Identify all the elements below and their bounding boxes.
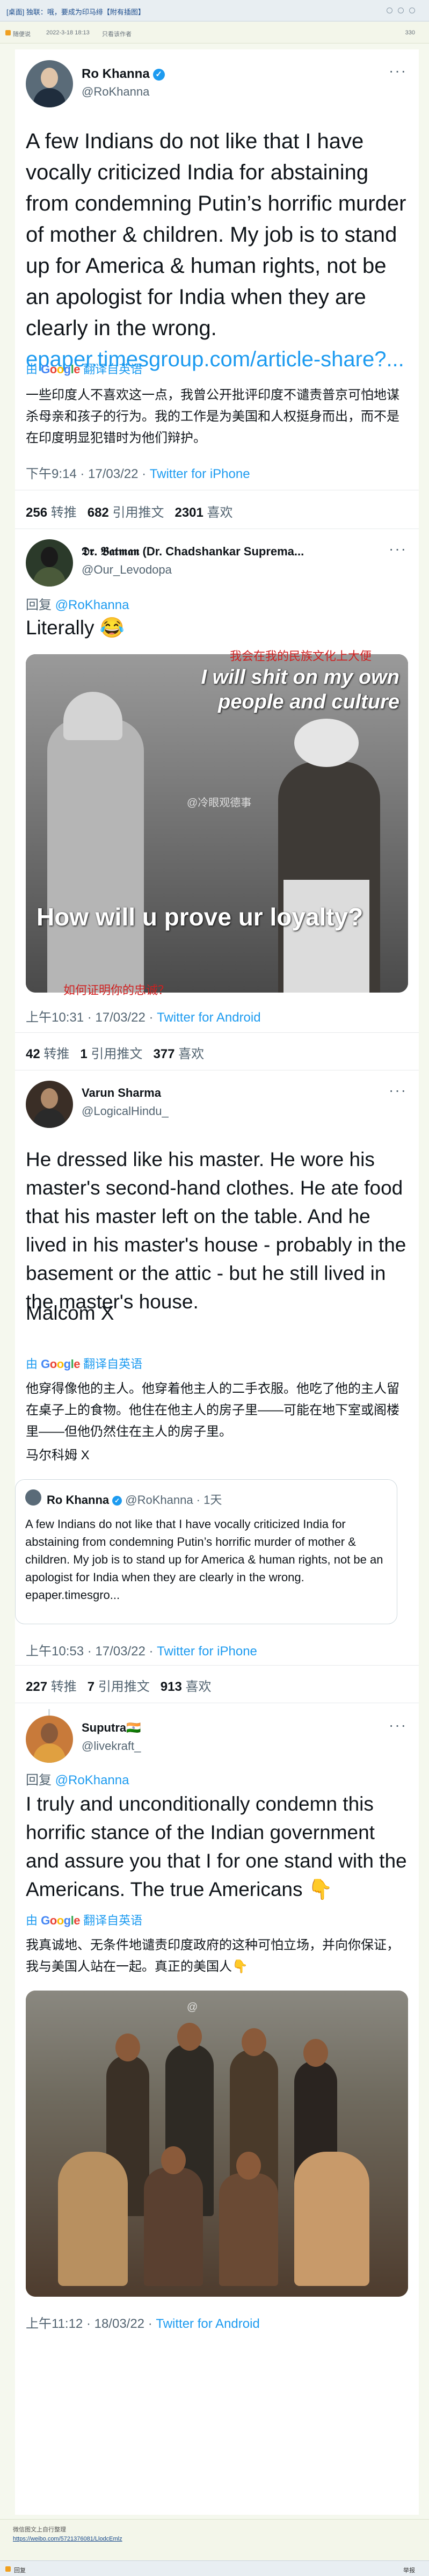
watermark: @冷眼观德事 [187, 797, 252, 809]
avatar[interactable] [26, 539, 73, 587]
author-name[interactable]: Suputra🇮🇳 [82, 1721, 141, 1735]
author-name[interactable]: Varun Sharma [82, 1086, 161, 1100]
author-handle[interactable]: @RoKhanna [82, 85, 149, 99]
more-options-icon[interactable]: ··· [389, 62, 407, 79]
reply-to: 回复 @RoKhanna [26, 598, 129, 612]
translate-button[interactable]: 由 Google 翻译自英语 [26, 1911, 142, 1928]
translation-text: 他穿得像他的主人。他穿着他主人的二手衣服。他吃了他的主人留在桌子上的食物。他住在… [26, 1381, 399, 1439]
author-name[interactable]: Ro Khanna ✓ [82, 67, 165, 82]
post-meta-bar: 随便说 2022-3-18 18:13 只看该作者 330 [0, 22, 429, 44]
quoted-author: Ro Khanna ✓ @RoKhanna · 1天 [47, 1493, 222, 1507]
avatar[interactable] [26, 1081, 73, 1128]
tweet-text: A few Indians do not like that I have vo… [26, 129, 406, 371]
avatar[interactable] [26, 1716, 73, 1763]
window-title: [桌面] 独联：哦，要成为印马绯【附有插图】 [6, 8, 145, 16]
tweet-timestamp: 上午10:31 · 17/03/22 · Twitter for Android [26, 1010, 261, 1025]
post-author[interactable]: 随便说 [13, 30, 31, 38]
window-titlebar: [桌面] 独联：哦，要成为印马绯【附有插图】 [0, 0, 429, 21]
avatar[interactable] [26, 60, 73, 107]
tweet-text: Literally 😂 [26, 617, 125, 639]
post-counter: 330 [405, 30, 415, 36]
close-icon[interactable] [409, 8, 415, 13]
more-options-icon[interactable]: ··· [389, 1082, 407, 1099]
google-logo-icon: 由 Google [26, 363, 80, 376]
author-name[interactable]: 𝕯𝖗. 𝕭𝖆𝖙𝖒𝖆𝖓 (Dr. Chadshankar Suprema... [82, 545, 304, 559]
author-handle[interactable]: @LogicalHindu_ [82, 1104, 169, 1118]
tweet-app-link[interactable]: Twitter for iPhone [157, 1644, 257, 1659]
author-handle[interactable]: @livekraft_ [82, 1739, 141, 1753]
reply-to-link[interactable]: @RoKhanna [55, 1773, 129, 1788]
quoted-tweet[interactable]: Ro Khanna ✓ @RoKhanna · 1天 A few Indians … [15, 1479, 397, 1624]
reply-button[interactable]: 回复 [14, 2566, 26, 2574]
thread-line [48, 1709, 50, 1716]
overlay-caption-bottom: 如何证明你的忠诚？ [63, 983, 170, 997]
translation-signature: 马尔科姆 X [26, 1448, 90, 1463]
minimize-icon[interactable] [387, 8, 392, 13]
reply-to: 回复 @RoKhanna [26, 1773, 129, 1788]
avatar [25, 1489, 41, 1506]
image-caption-top: I will shit on my own people and culture [201, 666, 399, 713]
tweet-timestamp: 下午9:14 · 17/03/22 · Twitter for iPhone [26, 467, 250, 481]
tweet-text: He dressed like his master. He wore his … [26, 1148, 406, 1313]
post-action-bar: 回复 举报 [0, 2560, 429, 2576]
tweet-app-link[interactable]: Twitter for Android [157, 1010, 260, 1025]
post-time: 2022-3-18 18:13 [46, 30, 90, 36]
verified-badge-icon: ✓ [152, 68, 165, 81]
google-logo-icon: 由 Google [26, 1357, 80, 1371]
tweet-stats: 42 转推 1 引用推文 377 喜欢 [26, 1047, 205, 1061]
tweet-stats: 227 转推 7 引用推文 913 喜欢 [26, 1680, 212, 1694]
post-icon [5, 30, 11, 35]
tweet-image[interactable]: @ [26, 1991, 408, 2297]
tweet-stats: 256 转推 682 引用推文 2301 喜欢 [26, 505, 233, 520]
tweet-timestamp: 上午10:53 · 17/03/22 · Twitter for iPhone [26, 1644, 257, 1659]
post-footer: 微信图文上自行整理 https://weibo.com/5721376081/L… [0, 2519, 429, 2576]
report-button[interactable]: 举报 [403, 2566, 415, 2574]
watermark: @ [187, 2001, 198, 2013]
reply-to-link[interactable]: @RoKhanna [55, 598, 129, 612]
google-logo-icon: 由 Google [26, 1914, 80, 1927]
quoted-text: A few Indians do not like that I have vo… [25, 1517, 383, 1602]
only-author-link[interactable]: 只看该作者 [102, 30, 132, 38]
translation-text: 我真诚地、无条件地谴责印度政府的这种可怕立场，并向你保证，我与美国人站在一起。真… [26, 1938, 399, 1974]
tweet-image[interactable]: I will shit on my own people and culture… [26, 649, 408, 997]
verified-badge-icon: ✓ [112, 1496, 122, 1506]
source-link[interactable]: https://weibo.com/5721376081/LlodcEmlz [13, 2536, 122, 2542]
author-handle[interactable]: @Our_Levodopa [82, 563, 172, 577]
tweet-app-link[interactable]: Twitter for Android [156, 2317, 259, 2331]
tweet-app-link[interactable]: Twitter for iPhone [150, 467, 250, 481]
tweet-signature: Malcom X [26, 1302, 114, 1324]
image-caption-bottom: How will u prove ur loyalty? [37, 903, 363, 931]
source-label: 微信图文上自行整理 [13, 2527, 66, 2533]
translate-button[interactable]: 由 Google 翻译自英语 [26, 360, 142, 377]
more-options-icon[interactable]: ··· [389, 540, 407, 558]
more-options-icon[interactable]: ··· [389, 1717, 407, 1734]
tweet-text: I truly and unconditionally condemn this… [26, 1793, 407, 1900]
translate-button[interactable]: 由 Google 翻译自英语 [26, 1355, 142, 1372]
translation-text: 一些印度人不喜欢这一点，我曾公开批评印度不谴责普京可怕地谋杀母亲和孩子的行为。我… [26, 388, 399, 445]
screenshot-sheet: Ro Khanna ✓ @RoKhanna ··· A few Indians d… [15, 49, 419, 2515]
tweet-timestamp: 上午11:12 · 18/03/22 · Twitter for Android [26, 2317, 260, 2331]
reply-icon [5, 2566, 11, 2572]
maximize-icon[interactable] [398, 8, 404, 13]
overlay-caption-top: 我会在我的民族文化上大便 [230, 649, 372, 663]
window-controls [387, 8, 415, 13]
